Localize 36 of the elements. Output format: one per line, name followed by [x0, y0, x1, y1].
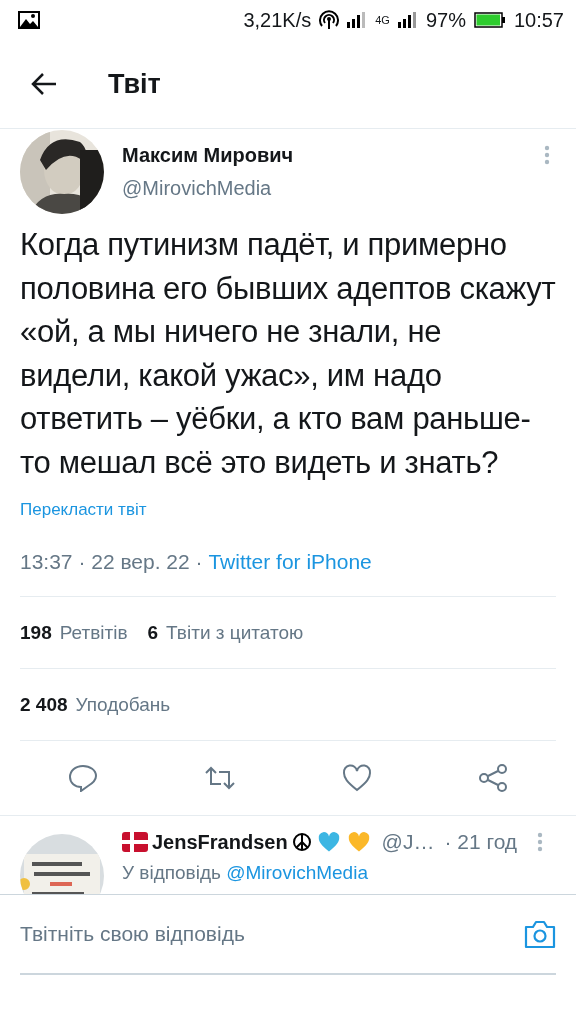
signal-icon	[397, 12, 418, 28]
reply-handle[interactable]: @J…	[381, 830, 435, 854]
mention-link[interactable]: @MirovichMedia	[226, 862, 368, 883]
page-title: Твіт	[108, 68, 161, 100]
author-handle[interactable]: @MirovichMedia	[122, 177, 556, 200]
reply-time: · 21 год	[444, 830, 518, 854]
reply-field[interactable]: Твітніть свою відповідь	[20, 922, 524, 946]
source-link[interactable]: Twitter for iPhone	[208, 550, 372, 573]
retweet-icon[interactable]	[204, 765, 236, 791]
battery-percent: 97%	[425, 8, 466, 32]
camera-icon[interactable]	[524, 919, 556, 949]
tweet-text: Когда путинизм падёт, и примерно половина его бывших адептов скажут «ой, а мы ничего не знали, не видели, какой ужас», им надо ответить – уёбки, а кто вам раньше-то мешал всё это видеть и знать?	[19, 226, 557, 482]
tweet-timestamp: 13:37 · 22 вер. 22 ·	[20, 550, 204, 573]
network-type: 4G	[375, 14, 390, 26]
reply-author-name[interactable]: JensFrandsen	[152, 830, 288, 854]
heart-icon[interactable]	[342, 764, 372, 792]
network-speed: 3,21K/s	[243, 8, 312, 32]
stat-count[interactable]: 198	[20, 621, 52, 644]
translate-link[interactable]: Перекласти твіт	[20, 500, 147, 519]
image-icon	[18, 11, 40, 29]
reply-icon[interactable]	[68, 764, 98, 792]
hotspot-icon	[319, 10, 340, 30]
back-arrow-icon[interactable]	[30, 72, 58, 96]
stat-count[interactable]: 6	[147, 621, 159, 644]
battery-icon	[473, 12, 506, 28]
likes-count[interactable]: 2 408	[20, 693, 68, 716]
likes-label[interactable]: Уподобань	[75, 693, 171, 716]
author-name[interactable]: Максим Мирович	[122, 144, 556, 167]
replying-to-text: У відповідь @MirovichMedia	[122, 862, 369, 884]
stat-label[interactable]: Ретвітів	[59, 621, 128, 644]
flag-icon	[122, 832, 148, 852]
share-icon[interactable]	[478, 763, 508, 793]
signal-icon	[347, 12, 368, 28]
stat-label[interactable]: Твіти з цитатою	[166, 621, 304, 644]
peace-icon	[291, 832, 312, 852]
clock: 10:57	[513, 8, 564, 32]
